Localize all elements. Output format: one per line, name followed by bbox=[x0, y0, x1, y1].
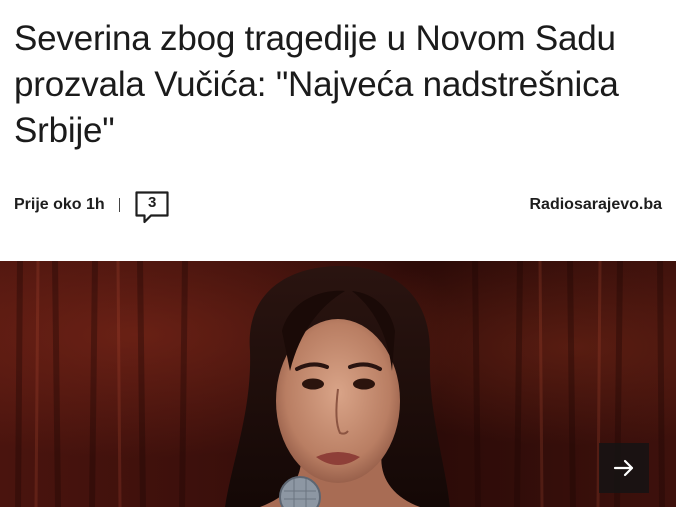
meta-divider bbox=[118, 198, 121, 212]
article-headline[interactable]: Severina zbog tragedije u Novom Sadu pro… bbox=[14, 16, 660, 154]
arrow-right-icon bbox=[613, 459, 634, 477]
comments-button[interactable]: 3 bbox=[134, 190, 170, 226]
published-time: Prije oko 1h bbox=[14, 196, 105, 213]
article-hero-image[interactable] bbox=[0, 261, 676, 507]
article-source[interactable]: Radiosarajevo.ba bbox=[530, 196, 663, 214]
comment-count: 3 bbox=[148, 194, 157, 211]
article-card[interactable]: Severina zbog tragedije u Novom Sadu pro… bbox=[0, 0, 676, 507]
next-image-button[interactable] bbox=[599, 443, 649, 493]
article-meta: Prije oko 1h 3 Radiosarajevo.ba bbox=[14, 190, 662, 226]
hero-photo bbox=[0, 261, 676, 507]
